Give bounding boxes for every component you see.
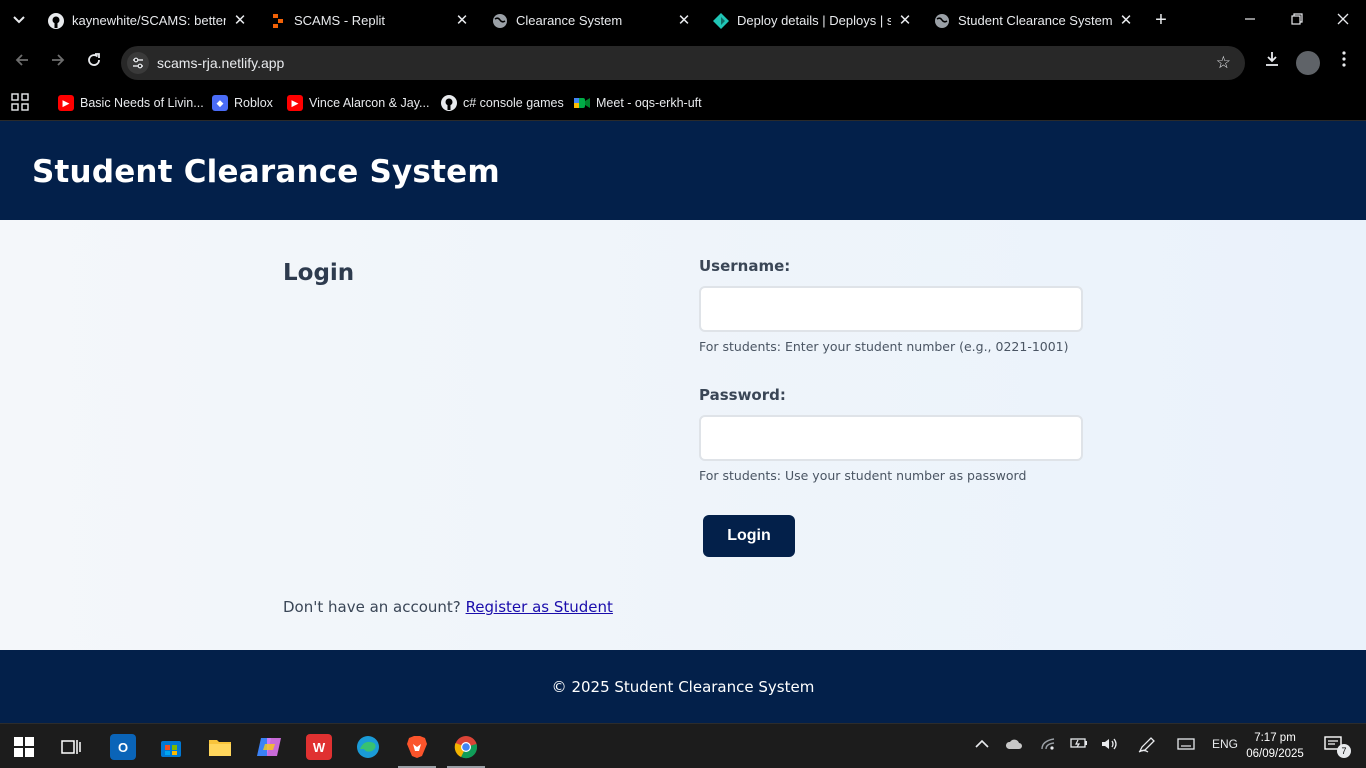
tab-title: Deploy details | Deploys | sc [737, 13, 891, 28]
globe-icon [934, 13, 950, 29]
login-heading: Login [283, 260, 355, 286]
footer-copyright: © 2025 Student Clearance System [551, 678, 815, 696]
notification-center-icon[interactable]: 7 [1324, 736, 1351, 758]
close-tab-icon[interactable]: ✕ [454, 12, 470, 29]
chrome-icon[interactable] [447, 734, 485, 768]
password-input[interactable] [699, 415, 1083, 461]
globe-icon [492, 13, 508, 29]
task-view-icon[interactable] [58, 734, 84, 760]
close-tab-icon[interactable]: ✕ [1118, 12, 1134, 29]
windows-start-icon[interactable] [11, 734, 37, 760]
password-hint: For students: Use your student number as… [699, 468, 1027, 483]
wps-office-icon[interactable]: W [306, 734, 332, 760]
bookmark-label: Vince Alarcon & Jay... [309, 96, 430, 110]
bookmark-label: Meet - oqs-erkh-uft [596, 96, 702, 110]
brave-icon[interactable] [398, 734, 436, 768]
tab-replit[interactable]: SCAMS - Replit ✕ [270, 4, 470, 37]
password-label: Password: [699, 386, 786, 404]
address-bar[interactable]: scams-rja.netlify.app ☆ [121, 46, 1245, 80]
windows-taskbar: O W ENG 7:17 pm 06/09/2025 7 [0, 723, 1366, 768]
app-footer: © 2025 Student Clearance System [0, 650, 1366, 723]
forward-arrow-icon[interactable] [46, 51, 70, 75]
username-label: Username: [699, 257, 791, 275]
volume-icon[interactable] [1101, 737, 1119, 754]
replit-icon [270, 13, 286, 29]
web-page: Student Clearance System Login Username:… [0, 121, 1366, 723]
outlook-icon[interactable]: O [110, 734, 136, 760]
tab-netlify-deploy[interactable]: Deploy details | Deploys | sc ✕ [713, 4, 913, 37]
bookmarks-bar: ▶ Basic Needs of Livin... ◆ Roblox ▶ Vin… [0, 85, 1366, 121]
bookmark-vince-alarcon[interactable]: ▶ Vince Alarcon & Jay... [287, 92, 429, 114]
wifi-icon[interactable] [1040, 737, 1056, 754]
close-tab-icon[interactable]: ✕ [232, 12, 248, 29]
onedrive-cloud-icon[interactable] [1005, 737, 1023, 754]
bookmark-label: c# console games [463, 96, 564, 110]
file-explorer-icon[interactable] [207, 734, 233, 760]
close-window-icon[interactable] [1331, 8, 1355, 32]
bookmark-basic-needs[interactable]: ▶ Basic Needs of Livin... [58, 92, 204, 114]
microsoft-store-icon[interactable] [158, 734, 184, 760]
url-text: scams-rja.netlify.app [157, 55, 285, 71]
bookmark-roblox[interactable]: ◆ Roblox [212, 92, 273, 114]
youtube-icon: ▶ [58, 95, 74, 111]
meet-icon [574, 95, 590, 111]
bookmark-label: Roblox [234, 96, 273, 110]
clock-time: 7:17 pm [1254, 732, 1296, 744]
pen-menu-icon[interactable] [1138, 737, 1156, 756]
tab-clearance-system[interactable]: Clearance System ✕ [492, 4, 692, 37]
youtube-icon: ▶ [287, 95, 303, 111]
github-icon [48, 12, 64, 29]
github-icon [441, 95, 457, 111]
username-hint: For students: Enter your student number … [699, 339, 1069, 354]
reload-icon[interactable] [82, 51, 106, 75]
tab-student-clearance-active[interactable]: Student Clearance System ✕ [934, 4, 1134, 37]
browser-toolbar: scams-rja.netlify.app ☆ [0, 41, 1366, 85]
language-indicator[interactable]: ENG [1212, 737, 1238, 751]
tab-title: kaynewhite/SCAMS: better c [72, 13, 226, 28]
register-prompt-line: Don't have an account? Register as Stude… [283, 598, 613, 616]
bookmark-label: Basic Needs of Livin... [80, 96, 204, 110]
touch-keyboard-icon[interactable] [1177, 737, 1195, 754]
minimize-icon[interactable] [1238, 8, 1262, 32]
close-tab-icon[interactable]: ✕ [897, 12, 913, 29]
close-tab-icon[interactable]: ✕ [676, 12, 692, 29]
notification-count-badge: 7 [1337, 744, 1351, 758]
netlify-icon [713, 12, 729, 29]
tab-title: Clearance System [516, 13, 623, 28]
app-title: Student Clearance System [32, 154, 500, 190]
new-tab-button[interactable]: + [1150, 9, 1172, 31]
login-button[interactable]: Login [703, 515, 795, 557]
roblox-icon: ◆ [212, 95, 228, 111]
tab-github-scams[interactable]: kaynewhite/SCAMS: better c ✕ [48, 4, 248, 37]
username-input[interactable] [699, 286, 1083, 332]
restore-icon[interactable] [1285, 8, 1309, 32]
profile-avatar[interactable] [1296, 51, 1320, 75]
copilot-icon[interactable] [256, 734, 282, 760]
download-icon[interactable] [1260, 51, 1284, 75]
bookmark-meet[interactable]: Meet - oqs-erkh-uft [574, 92, 702, 114]
tab-title: SCAMS - Replit [294, 13, 386, 28]
back-arrow-icon[interactable] [10, 51, 34, 75]
bookmark-star-icon[interactable]: ☆ [1216, 53, 1231, 73]
tab-title: Student Clearance System [958, 13, 1112, 28]
clock-date: 06/09/2025 [1246, 748, 1304, 760]
apps-grid-icon[interactable] [11, 93, 29, 111]
site-info-icon[interactable] [127, 52, 149, 74]
bookmark-csharp-console-games[interactable]: c# console games [441, 92, 564, 114]
battery-icon[interactable] [1070, 737, 1088, 752]
show-hidden-icons-chevron-icon[interactable] [975, 737, 989, 752]
edge-icon[interactable] [355, 734, 381, 760]
more-menu-icon[interactable] [1332, 51, 1356, 75]
clock[interactable]: 7:17 pm 06/09/2025 [1240, 730, 1310, 762]
tab-strip: kaynewhite/SCAMS: better c ✕ SCAMS - Rep… [0, 0, 1366, 41]
register-prompt-text: Don't have an account? [283, 598, 461, 616]
register-student-link[interactable]: Register as Student [466, 598, 613, 616]
tab-search-chevron-icon[interactable] [8, 10, 30, 30]
app-header: Student Clearance System [0, 121, 1366, 220]
